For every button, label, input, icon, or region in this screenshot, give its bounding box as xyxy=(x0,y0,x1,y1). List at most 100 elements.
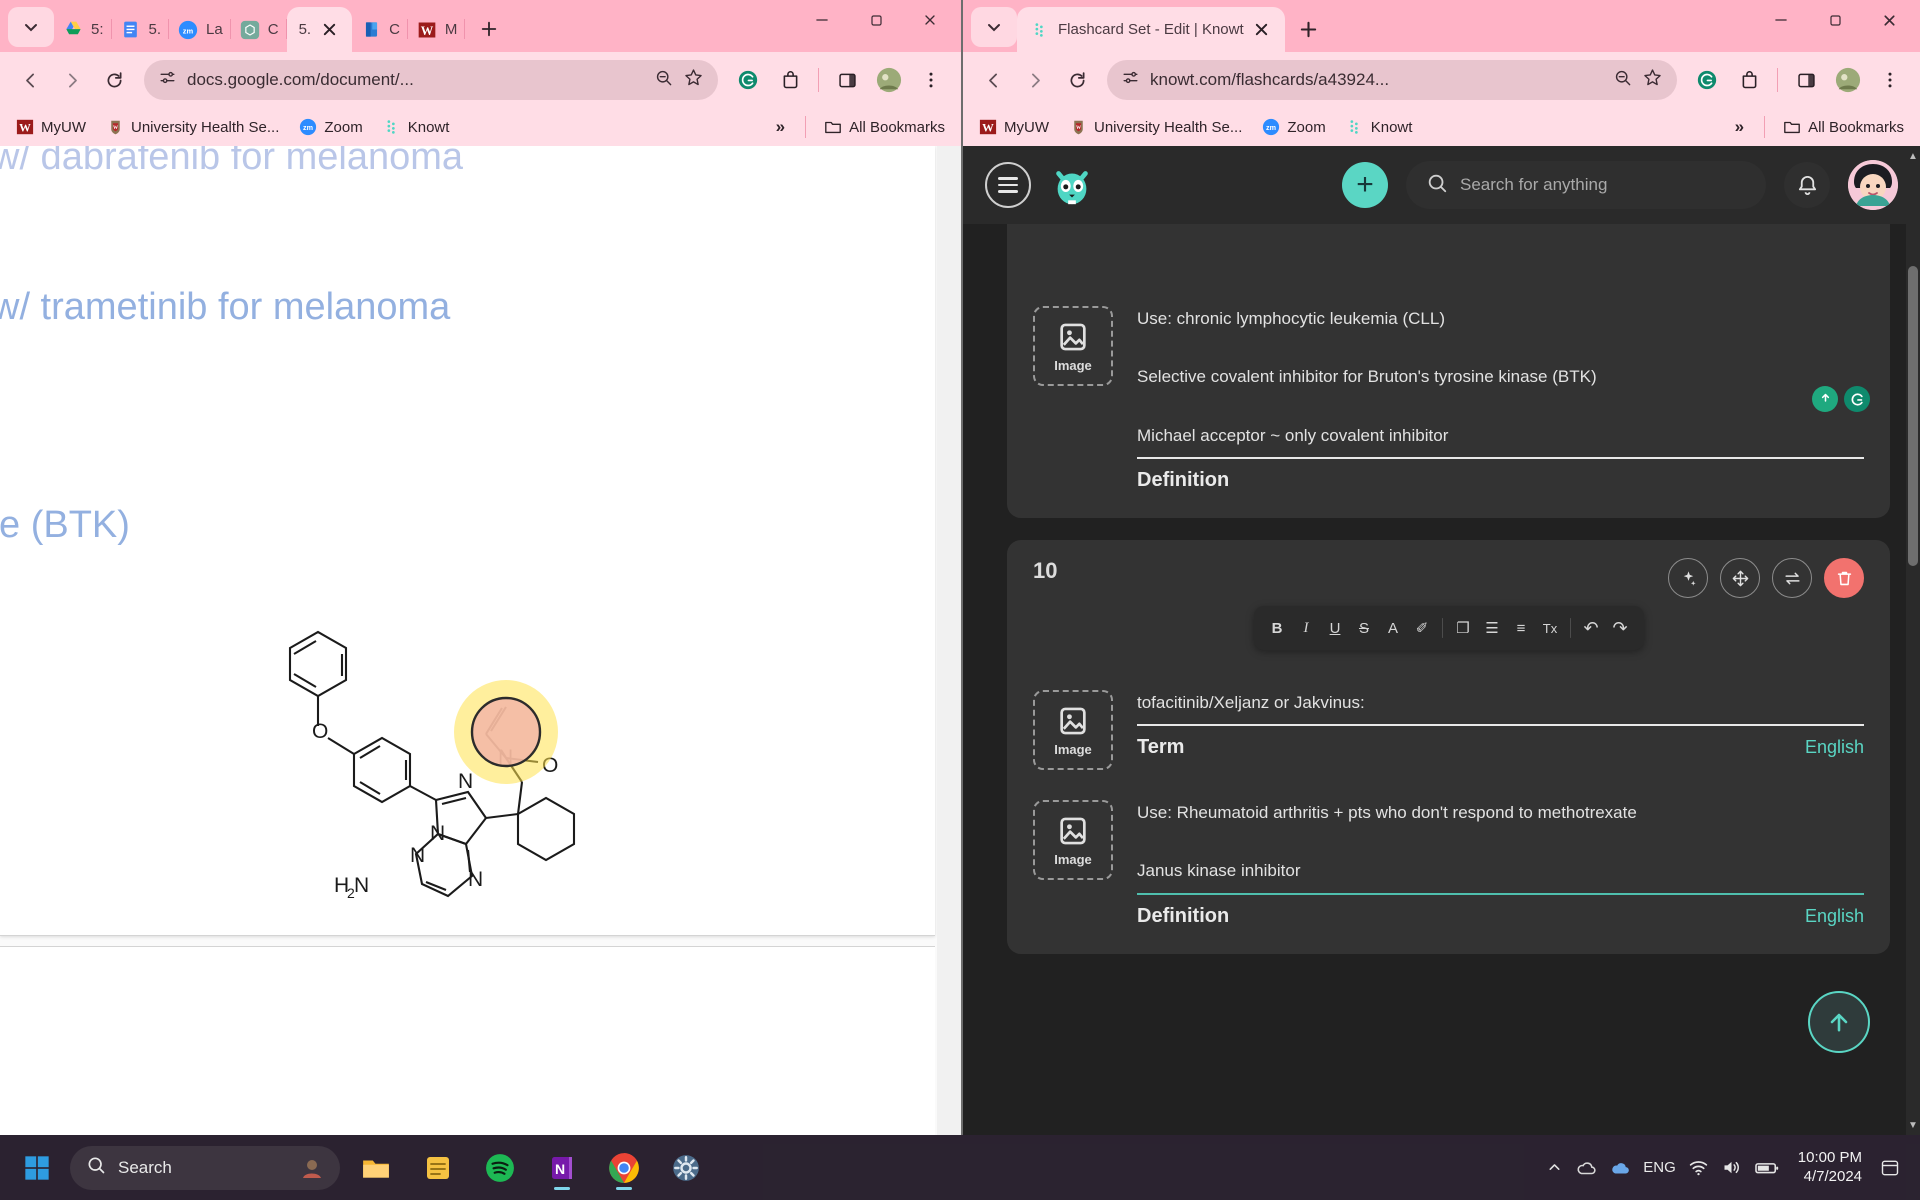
reload-button[interactable] xyxy=(1057,60,1097,100)
side-panel-icon[interactable] xyxy=(1786,60,1826,100)
tray-expand-icon[interactable] xyxy=(1546,1159,1563,1176)
numbered-list-button[interactable]: ≡ xyxy=(1509,615,1533,641)
bookmark-myuw[interactable]: W MyUW xyxy=(971,114,1057,140)
flashcard-item[interactable]: 10 B I U S A ✐ ❐ ☰ ≡ Tx ↶ ↷ Image tofaci… xyxy=(1007,540,1890,954)
minimize-button[interactable] xyxy=(795,0,849,40)
onedrive-icon[interactable] xyxy=(1575,1157,1597,1179)
term-language[interactable]: English xyxy=(1805,737,1864,758)
address-bar-left[interactable]: docs.google.com/document/... xyxy=(144,60,718,100)
search-input[interactable]: Search for anything xyxy=(1406,161,1766,209)
taskbar-onenote-icon[interactable]: N xyxy=(536,1143,588,1193)
image-button[interactable]: ❐ xyxy=(1451,615,1475,641)
scroll-to-top-button[interactable] xyxy=(1808,991,1870,1053)
bookmark-zoom[interactable]: zm Zoom xyxy=(291,114,370,140)
all-bookmarks-button[interactable]: All Bookmarks xyxy=(1775,114,1912,140)
address-bar-right[interactable]: knowt.com/flashcards/a43924... xyxy=(1107,60,1677,100)
maximize-button[interactable] xyxy=(1808,0,1862,40)
tab-2[interactable]: zm La xyxy=(169,7,231,52)
notification-center-icon[interactable] xyxy=(1880,1158,1900,1178)
close-window-button[interactable] xyxy=(903,0,957,40)
doc-page-1[interactable]: w/ dabrafenib for melanoma w/ trametinib… xyxy=(0,146,935,936)
definition-language[interactable]: English xyxy=(1805,906,1864,927)
taskbar-search-input[interactable]: Search xyxy=(70,1145,340,1190)
close-icon[interactable] xyxy=(1251,19,1273,41)
extensions-icon[interactable] xyxy=(770,60,810,100)
clear-format-button[interactable]: Tx xyxy=(1538,615,1562,641)
close-icon[interactable] xyxy=(318,19,340,41)
language-indicator[interactable]: ENG xyxy=(1643,1159,1676,1176)
scrollbar-thumb[interactable] xyxy=(1908,266,1918,566)
user-avatar[interactable] xyxy=(1848,160,1898,210)
new-tab-button[interactable] xyxy=(471,11,507,47)
tab-5[interactable]: C xyxy=(352,7,408,52)
battery-icon[interactable] xyxy=(1754,1157,1780,1179)
definition-field[interactable]: Use: Rheumatoid arthritis + pts who don'… xyxy=(1137,800,1864,928)
italic-button[interactable]: I xyxy=(1294,615,1318,641)
zoom-out-icon[interactable] xyxy=(654,68,673,92)
cloud-sync-icon[interactable] xyxy=(1609,1157,1631,1179)
avatar[interactable] xyxy=(1828,60,1868,100)
start-button[interactable] xyxy=(14,1145,60,1191)
tab-6[interactable]: W M xyxy=(408,7,466,52)
term-field[interactable]: tofacitinib/Xeljanz or Jakvinus: Term En… xyxy=(1137,690,1864,770)
extensions-icon[interactable] xyxy=(1729,60,1769,100)
tab-4-active[interactable]: 5. xyxy=(286,7,353,52)
bookmark-star-icon[interactable] xyxy=(683,67,704,93)
scroll-up-arrow-icon[interactable]: ▲ xyxy=(1906,148,1920,164)
bookmark-university-health[interactable]: W University Health Se... xyxy=(98,114,287,140)
bullet-list-button[interactable]: ☰ xyxy=(1480,615,1504,641)
undo-button[interactable]: ↶ xyxy=(1579,615,1603,641)
site-settings-icon[interactable] xyxy=(158,68,177,92)
bookmarks-overflow-button[interactable]: » xyxy=(1725,113,1754,141)
delete-card-button[interactable] xyxy=(1824,558,1864,599)
maximize-button[interactable] xyxy=(849,0,903,40)
bookmark-knowt[interactable]: Knowt xyxy=(375,114,458,140)
scroll-down-arrow-icon[interactable]: ▼ xyxy=(1906,1117,1920,1133)
doc-scroll-rail[interactable] xyxy=(937,146,961,1135)
tab-1[interactable]: 5. xyxy=(112,7,170,52)
create-new-button[interactable]: + xyxy=(1342,162,1388,208)
taskbar-settings-icon[interactable] xyxy=(660,1143,712,1193)
swap-sides-button[interactable] xyxy=(1772,558,1812,599)
grammarly-circle-icon[interactable] xyxy=(1844,386,1870,412)
back-button[interactable] xyxy=(10,60,50,100)
minimize-button[interactable] xyxy=(1754,0,1808,40)
new-tab-button[interactable] xyxy=(1291,11,1327,47)
term-field[interactable]: Term xyxy=(1137,224,1864,278)
definition-field[interactable]: Use: chronic lymphocytic leukemia (CLL) … xyxy=(1137,306,1870,492)
grammarly-badge-icon[interactable] xyxy=(1812,386,1838,412)
hamburger-menu-icon[interactable] xyxy=(985,162,1031,208)
tab-knowt-active[interactable]: Flashcard Set - Edit | Knowt xyxy=(1017,7,1285,52)
all-bookmarks-button[interactable]: All Bookmarks xyxy=(816,114,953,140)
bookmarks-overflow-button[interactable]: » xyxy=(766,113,795,141)
bookmark-zoom[interactable]: zm Zoom xyxy=(1254,114,1333,140)
tab-search-button[interactable] xyxy=(8,7,54,47)
grammarly-extension-icon[interactable] xyxy=(1687,60,1727,100)
site-settings-icon[interactable] xyxy=(1121,68,1140,92)
bookmark-university-health[interactable]: W University Health Se... xyxy=(1061,114,1250,140)
doc-page-2[interactable] xyxy=(0,946,935,1135)
tab-search-button[interactable] xyxy=(971,7,1017,47)
redo-button[interactable]: ↷ xyxy=(1608,615,1632,641)
side-panel-icon[interactable] xyxy=(827,60,867,100)
wifi-icon[interactable] xyxy=(1688,1157,1709,1178)
tab-0[interactable]: 5: xyxy=(54,7,112,52)
taskbar-clock[interactable]: 10:00 PM 4/7/2024 xyxy=(1792,1149,1868,1187)
grammarly-extension-icon[interactable] xyxy=(728,60,768,100)
bookmark-knowt[interactable]: Knowt xyxy=(1338,114,1421,140)
avatar[interactable] xyxy=(869,60,909,100)
taskbar-sticky-notes-icon[interactable] xyxy=(412,1143,464,1193)
strikethrough-button[interactable]: S xyxy=(1352,615,1376,641)
notifications-bell-icon[interactable] xyxy=(1784,162,1830,208)
bookmark-star-icon[interactable] xyxy=(1642,67,1663,93)
flashcard-item[interactable]: Term Image Use: chronic lymphocytic leuk… xyxy=(1007,224,1890,519)
back-button[interactable] xyxy=(973,60,1013,100)
underline-button[interactable]: U xyxy=(1323,615,1347,641)
taskbar-spotify-icon[interactable] xyxy=(474,1143,526,1193)
forward-button[interactable] xyxy=(1015,60,1055,100)
ai-magic-button[interactable] xyxy=(1668,558,1708,599)
image-upload-button[interactable]: Image xyxy=(1033,800,1113,881)
knowt-logo-icon[interactable] xyxy=(1049,162,1095,208)
highlight-button[interactable]: ✐ xyxy=(1410,615,1434,641)
forward-button[interactable] xyxy=(52,60,92,100)
